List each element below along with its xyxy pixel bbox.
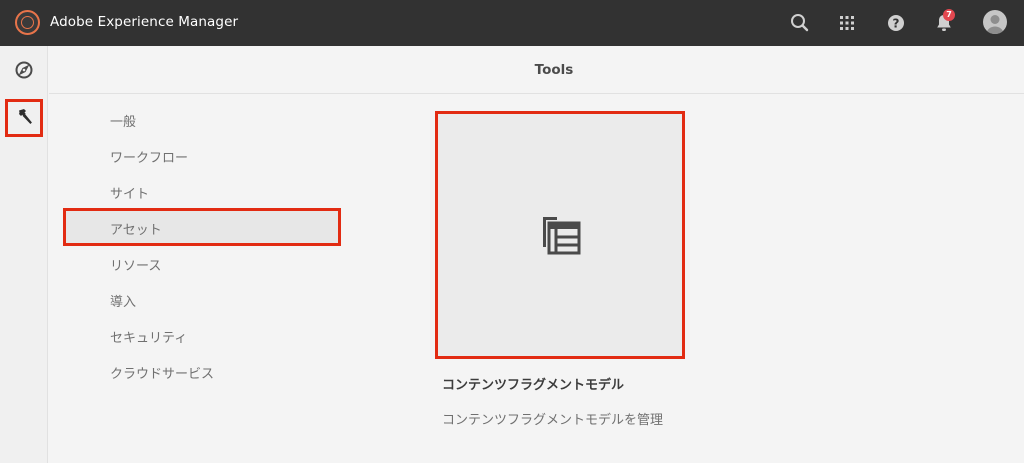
- left-rail: [0, 46, 48, 463]
- help-icon[interactable]: ?: [884, 11, 908, 35]
- nav-item-deployment[interactable]: 導入: [110, 291, 136, 310]
- selected-nav-background: [66, 211, 338, 243]
- app-title: Adobe Experience Manager: [50, 14, 239, 30]
- top-bar: Adobe Experience Manager ? 7: [0, 0, 1024, 46]
- bell-icon[interactable]: 7: [932, 9, 956, 35]
- svg-text:?: ?: [893, 17, 900, 31]
- tools-hammer-icon[interactable]: [9, 102, 39, 132]
- card-description: コンテンツフラグメントモデルを管理: [442, 413, 664, 428]
- card-title[interactable]: コンテンツフラグメントモデル: [442, 374, 624, 393]
- nav-item-general[interactable]: 一般: [110, 111, 136, 130]
- nav-item-cloud-services[interactable]: クラウドサービス: [110, 363, 214, 382]
- page-header: Tools: [49, 46, 1024, 94]
- aem-logo[interactable]: [15, 10, 40, 35]
- page-title: Tools: [534, 62, 574, 78]
- search-icon[interactable]: [788, 11, 812, 35]
- navigation-compass-icon[interactable]: [9, 55, 39, 85]
- content-fragment-model-icon: [543, 217, 581, 255]
- nav-item-resources[interactable]: リソース: [110, 255, 161, 274]
- nav-item-security[interactable]: セキュリティ: [110, 327, 187, 346]
- user-avatar[interactable]: [983, 10, 1007, 34]
- nav-item-workflow[interactable]: ワークフロー: [110, 147, 188, 166]
- apps-grid-icon[interactable]: [835, 11, 859, 35]
- nav-item-sites[interactable]: サイト: [110, 183, 149, 202]
- nav-item-assets[interactable]: アセット: [110, 219, 162, 238]
- notification-badge: 7: [943, 9, 955, 21]
